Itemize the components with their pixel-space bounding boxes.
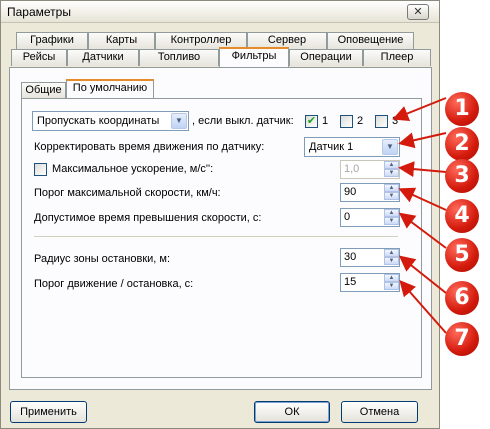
callout-2: 2 (445, 127, 479, 161)
callout-7: 7 (445, 322, 479, 356)
callout-5: 5 (445, 238, 479, 272)
callout-3: 3 (445, 159, 479, 193)
callout-arrows (392, 97, 447, 334)
callout-6: 6 (445, 281, 479, 315)
callout-4: 4 (445, 199, 479, 233)
callout-1: 1 (445, 92, 479, 126)
